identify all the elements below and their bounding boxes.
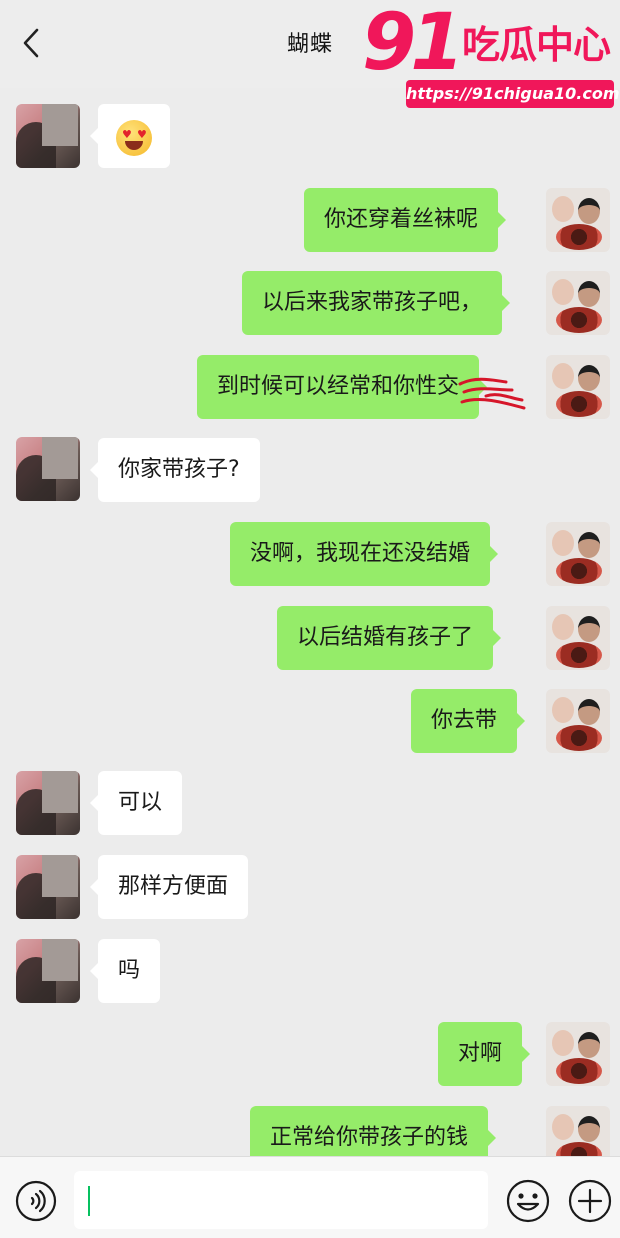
contact-avatar[interactable]	[16, 104, 80, 168]
message-input[interactable]	[74, 1171, 488, 1229]
user-avatar[interactable]	[546, 606, 610, 670]
emoji-button[interactable]	[504, 1177, 552, 1225]
outgoing-message[interactable]: 你去带	[411, 689, 526, 753]
incoming-message[interactable]: 吗	[89, 939, 161, 1003]
red-scribble-redaction-icon	[458, 377, 526, 410]
incoming-message[interactable]: ♥ ♥	[90, 104, 170, 168]
watermark-logo: 91 吃瓜中心 https://91chigua10.com	[360, 4, 620, 114]
outgoing-message[interactable]: 以后来我家带孩子吧，	[242, 271, 511, 335]
emoji-icon	[506, 1179, 550, 1223]
contact-avatar[interactable]	[16, 939, 80, 1003]
plus-icon	[568, 1179, 612, 1223]
voice-icon	[15, 1180, 57, 1222]
watermark-number: 91	[362, 0, 465, 88]
outgoing-message[interactable]: 以后结婚有孩子了	[277, 606, 502, 670]
plus-button[interactable]	[566, 1177, 614, 1225]
user-avatar[interactable]	[546, 1022, 610, 1086]
user-avatar[interactable]	[546, 355, 610, 419]
contact-avatar[interactable]	[16, 771, 80, 835]
voice-button[interactable]	[14, 1179, 58, 1223]
contact-avatar[interactable]	[16, 437, 80, 501]
incoming-message[interactable]: 你家带孩子?	[90, 438, 260, 502]
user-avatar[interactable]	[546, 522, 610, 586]
watermark-brand-text: 吃瓜中心	[462, 23, 611, 67]
user-avatar[interactable]	[546, 188, 610, 252]
text-caret	[88, 1186, 90, 1216]
input-bar	[0, 1156, 620, 1238]
incoming-message[interactable]: 那样方便面	[89, 855, 249, 919]
user-avatar[interactable]	[546, 271, 610, 335]
outgoing-message[interactable]: 对啊	[438, 1022, 531, 1086]
user-avatar[interactable]	[546, 689, 610, 753]
outgoing-message[interactable]: 你还穿着丝袜呢	[304, 188, 507, 252]
heart-eyes-emoji-icon: ♥ ♥	[116, 120, 152, 156]
watermark-url: https://91chigua10.com	[406, 80, 620, 108]
contact-avatar[interactable]	[16, 855, 80, 919]
outgoing-message[interactable]: 没啊，我现在还没结婚	[230, 522, 499, 586]
outgoing-message[interactable]: 到时候可以经常和你性交	[197, 355, 488, 419]
incoming-message[interactable]: 可以	[89, 771, 183, 835]
